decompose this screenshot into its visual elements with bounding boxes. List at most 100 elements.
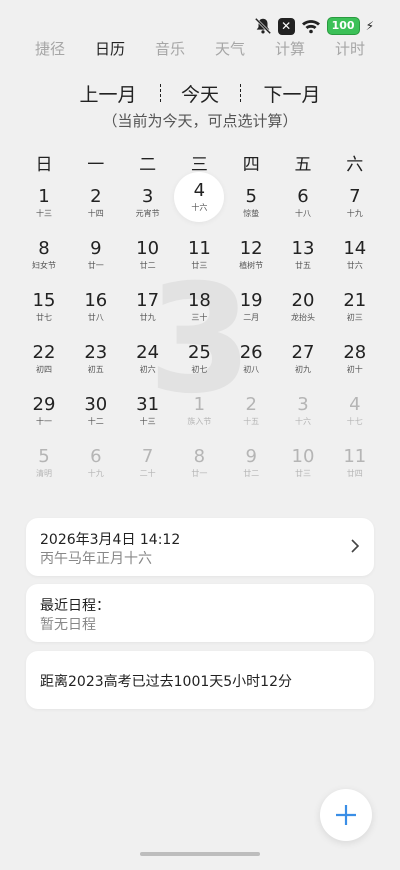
day-number: 7 <box>141 446 154 467</box>
day-cell[interactable]: 3 十六 <box>278 380 328 430</box>
day-number: 16 <box>84 290 108 311</box>
day-cell[interactable]: 1 族入节 <box>174 380 224 430</box>
lunar-label: 廿六 <box>346 261 363 270</box>
lunar-label: 十八 <box>295 209 311 218</box>
day-cell[interactable]: 18 三十 <box>174 276 224 326</box>
current-date-card[interactable]: 2026年3月4日 14:12 丙午马年正月十六 <box>26 518 374 576</box>
day-cell[interactable]: 5 清明 <box>19 432 69 482</box>
day-cell[interactable]: 9 廿一 <box>71 224 121 274</box>
today-button[interactable]: 今天 <box>181 80 219 107</box>
lunar-label: 初十 <box>346 365 363 374</box>
add-button[interactable] <box>320 789 372 841</box>
day-cell[interactable]: 3 元宵节 <box>123 172 173 222</box>
day-cell[interactable]: 24 初六 <box>123 328 173 378</box>
lunar-label: 廿一 <box>191 469 208 478</box>
day-cell[interactable]: 26 初八 <box>226 328 276 378</box>
home-indicator[interactable] <box>140 852 260 856</box>
day-cell[interactable]: 10 廿二 <box>123 224 173 274</box>
day-cell[interactable]: 11 廿三 <box>174 224 224 274</box>
countdown-card[interactable]: 距离2023高考已过去1001天5小时12分 <box>26 651 374 709</box>
lunar-label: 廿九 <box>139 313 156 322</box>
day-cell[interactable]: 20 龙抬头 <box>278 276 328 326</box>
weekday-header: 日一二三四五六 <box>0 150 400 175</box>
day-cell[interactable]: 7 二十 <box>123 432 173 482</box>
day-cell[interactable]: 28 初十 <box>330 328 380 378</box>
day-number: 10 <box>136 238 160 259</box>
wifi-icon <box>301 18 321 34</box>
lunar-label: 十九 <box>346 209 363 218</box>
lunar-date-text: 丙午马年正月十六 <box>40 551 152 567</box>
day-cell[interactable]: 1 十三 <box>19 172 69 222</box>
day-number: 6 <box>90 446 102 467</box>
day-cell[interactable]: 30 十二 <box>71 380 121 430</box>
day-cell[interactable]: 6 十九 <box>71 432 121 482</box>
next-month-button[interactable]: 下一月 <box>263 80 320 107</box>
day-cell[interactable]: 29 十一 <box>19 380 69 430</box>
day-cell[interactable]: 15 廿七 <box>19 276 69 326</box>
day-cell[interactable]: 10 廿三 <box>278 432 328 482</box>
lunar-label: 二月 <box>243 313 260 322</box>
day-cell[interactable]: 6 十八 <box>278 172 328 222</box>
day-number: 8 <box>38 238 50 259</box>
lunar-label: 十三 <box>139 417 156 426</box>
day-cell[interactable]: 27 初九 <box>278 328 328 378</box>
day-number: 10 <box>291 446 315 467</box>
top-tabs: 捷径 日历 音乐 天气 计算 计时 <box>0 38 400 60</box>
tab-0[interactable]: 捷径 <box>35 38 65 59</box>
lunar-label: 廿二 <box>243 469 260 478</box>
day-cell[interactable]: 19 二月 <box>226 276 276 326</box>
day-cell[interactable]: 21 初三 <box>330 276 380 326</box>
day-number: 9 <box>90 238 102 259</box>
day-number: 1 <box>38 186 50 207</box>
day-cell[interactable]: 12 植树节 <box>226 224 276 274</box>
day-cell[interactable]: 8 廿一 <box>174 432 224 482</box>
day-number: 15 <box>32 290 56 311</box>
day-number: 8 <box>193 446 206 467</box>
lunar-label: 廿一 <box>87 261 104 270</box>
countdown-text: 距离2023高考已过去1001天5小时12分 <box>40 674 292 690</box>
schedule-card[interactable]: 最近日程： 暂无日程 <box>26 584 374 642</box>
day-cell[interactable]: 7 十九 <box>330 172 380 222</box>
day-cell[interactable]: 16 廿八 <box>71 276 121 326</box>
day-cell[interactable]: 2 十四 <box>71 172 121 222</box>
day-cell[interactable]: 9 廿二 <box>226 432 276 482</box>
lunar-label: 二十 <box>139 469 156 478</box>
lunar-label: 十二 <box>87 417 104 426</box>
day-number: 14 <box>343 238 367 259</box>
tab-4[interactable]: 计算 <box>275 38 305 59</box>
day-cell[interactable]: 8 妇女节 <box>19 224 69 274</box>
calendar-grid: 1 十三 2 十四 3 元宵节 4 十六 5 惊蛰 6 十八 7 十九 8 妇女节 9 廿一 10 廿二 11 廿三 12 植… <box>0 172 400 500</box>
day-cell[interactable]: 31 十三 <box>123 380 173 430</box>
day-cell-today[interactable]: 4 十六 <box>174 172 225 222</box>
day-cell[interactable]: 22 初四 <box>19 328 69 378</box>
day-cell[interactable]: 4 十七 <box>330 380 380 430</box>
lunar-label: 十五 <box>243 417 260 426</box>
lunar-label: 廿八 <box>87 313 104 322</box>
tab-5[interactable]: 计时 <box>335 38 365 59</box>
day-cell[interactable]: 11 廿四 <box>330 432 380 482</box>
day-cell[interactable]: 23 初五 <box>71 328 121 378</box>
tab-3[interactable]: 天气 <box>215 38 245 59</box>
day-cell[interactable]: 13 廿五 <box>278 224 328 274</box>
day-number: 13 <box>291 238 315 259</box>
tab-2[interactable]: 音乐 <box>155 38 185 59</box>
lunar-label: 初八 <box>243 365 260 374</box>
lunar-label: 清明 <box>36 469 52 478</box>
lunar-label: 妇女节 <box>32 261 56 270</box>
day-cell[interactable]: 2 十五 <box>226 380 276 430</box>
lunar-label: 初三 <box>346 313 363 322</box>
day-number: 5 <box>38 446 50 467</box>
day-cell[interactable]: 14 廿六 <box>330 224 380 274</box>
day-cell[interactable]: 25 初七 <box>174 328 224 378</box>
lunar-label: 廿三 <box>191 261 208 270</box>
day-cell[interactable]: 5 惊蛰 <box>226 172 276 222</box>
plus-icon <box>336 805 356 825</box>
day-cell[interactable]: 17 廿九 <box>123 276 173 326</box>
day-number: 2 <box>245 394 257 415</box>
day-number: 9 <box>245 446 257 467</box>
lunar-label: 十九 <box>87 469 104 478</box>
prev-month-button[interactable]: 上一月 <box>79 80 136 107</box>
lunar-label: 龙抬头 <box>291 313 315 322</box>
date-time-text: 2026年3月4日 14:12 <box>40 532 181 548</box>
tab-1[interactable]: 日历 <box>95 38 125 59</box>
